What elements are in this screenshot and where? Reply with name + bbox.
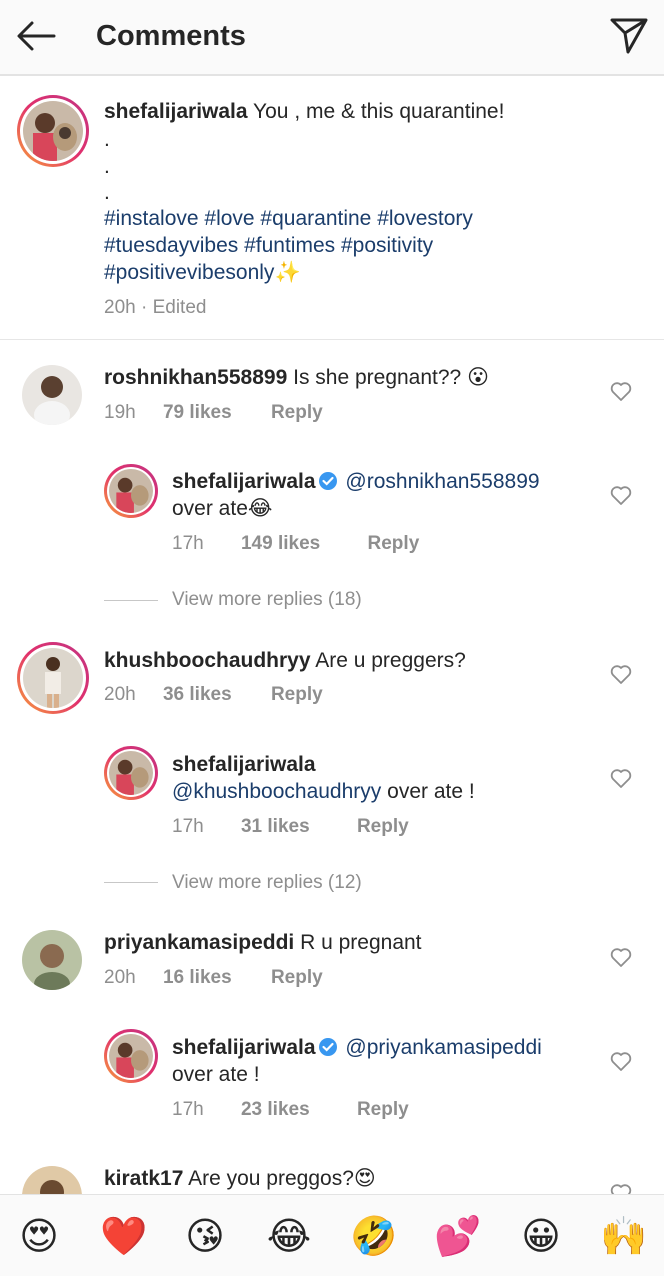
avatar[interactable] (22, 365, 82, 425)
caption-username[interactable]: shefalijariwala (104, 100, 248, 123)
caption-meta: 20h · Edited (104, 297, 207, 318)
hashtag[interactable]: #positivevibesonly (104, 261, 274, 284)
avatar[interactable] (104, 464, 158, 518)
comment-time: 19h (104, 402, 136, 423)
comments-list[interactable]: shefalijariwala You , me & this quaranti… (0, 78, 664, 1194)
sparkles-icon: ✨ (274, 261, 301, 284)
two-hearts-emoji-button[interactable]: 💕 (434, 1213, 481, 1259)
caption-dot: . (104, 128, 110, 151)
comment-body: Is she pregnant?? (293, 366, 462, 389)
likes-count[interactable]: 16 likes (163, 967, 232, 988)
caption-text: You , me & this quarantine! (253, 100, 505, 123)
like-heart-icon[interactable] (610, 486, 632, 506)
reply-body: over ate (172, 497, 248, 520)
reply-button[interactable]: Reply (271, 684, 323, 705)
hashtags-line: #positivevibesonly✨ (104, 259, 301, 286)
verified-badge-icon (318, 1037, 338, 1057)
joy-emoji-button[interactable]: 😂 (266, 1213, 312, 1259)
comment-username[interactable]: kiratk17 (104, 1167, 183, 1190)
hashtags-line[interactable]: #tuesdayvibes #funtimes #positivity (104, 232, 433, 259)
mention-link[interactable]: @priyankamasipeddi (345, 1036, 541, 1059)
reply-text: shefalijariwala @priyankamasipeddi over … (172, 1034, 592, 1088)
comment-username[interactable]: roshnikhan558899 (104, 366, 287, 389)
hashtags-line[interactable]: #instalove #love #quarantine #lovestory (104, 205, 473, 232)
mention-link[interactable]: @khushboochaudhryy (172, 780, 381, 803)
comment-text: roshnikhan558899 Is she pregnant?? 😮 (104, 364, 489, 391)
comment-body: Are you preggos? (188, 1167, 354, 1190)
comment-text: kiratk17 Are you preggos?😍 (104, 1165, 376, 1192)
caption-line: shefalijariwala You , me & this quaranti… (104, 98, 504, 125)
like-heart-icon[interactable] (610, 382, 632, 402)
comment-username[interactable]: priyankamasipeddi (104, 931, 294, 954)
view-more-replies[interactable]: View more replies (18) (172, 589, 362, 611)
divider (104, 882, 158, 883)
grinning-emoji-button[interactable]: 😀 (518, 1213, 564, 1259)
rofl-emoji-button[interactable]: 🤣 (350, 1213, 397, 1259)
reply-username[interactable]: shefalijariwala (172, 470, 316, 493)
heart-eyes-emoji-button[interactable]: 😍 (16, 1213, 62, 1259)
top-bar: Comments (0, 0, 664, 76)
post-caption: shefalijariwala You , me & this quaranti… (0, 78, 664, 340)
avatar[interactable] (104, 1029, 158, 1083)
like-heart-icon[interactable] (610, 1184, 632, 1194)
reply-time: 17h (172, 533, 204, 554)
avatar[interactable] (17, 642, 89, 714)
comment-time: 20h (104, 967, 136, 988)
like-heart-icon[interactable] (610, 769, 632, 789)
reply-meta: 17h 31 likes Reply (172, 816, 409, 838)
emoji-reaction-bar: 😍 ❤️ 😘 😂 🤣 💕 😀 🙌 (0, 1194, 664, 1276)
likes-count[interactable]: 79 likes (163, 402, 232, 423)
avatar[interactable] (17, 95, 89, 167)
raised-hands-emoji-button[interactable]: 🙌 (600, 1213, 647, 1259)
comment-time: 20h (104, 684, 136, 705)
red-heart-emoji-button[interactable]: ❤️ (100, 1213, 147, 1259)
likes-count[interactable]: 31 likes (241, 816, 310, 837)
verified-badge-icon (318, 471, 338, 491)
heart-eyes-emoji: 😍 (353, 1167, 376, 1190)
like-heart-icon[interactable] (610, 665, 632, 685)
comment-body: R u pregnant (300, 931, 422, 954)
surprised-emoji: 😮 (467, 366, 489, 389)
view-more-replies[interactable]: View more replies (12) (172, 872, 362, 894)
avatar[interactable] (22, 1166, 82, 1194)
reply-username[interactable]: shefalijariwala (172, 1036, 316, 1059)
reply-username[interactable]: shefalijariwala (172, 753, 316, 776)
like-heart-icon[interactable] (610, 1052, 632, 1072)
send-icon[interactable] (608, 14, 650, 56)
laughing-emoji: 😂 (247, 497, 273, 520)
reply-meta: 17h 149 likes Reply (172, 533, 419, 555)
kissing-emoji-button[interactable]: 😘 (182, 1213, 228, 1259)
comment-text: khushboochaudhryy Are u preggers? (104, 647, 466, 674)
comment-meta: 19h 79 likes Reply (104, 402, 323, 424)
reply-button[interactable]: Reply (271, 402, 323, 423)
divider (104, 600, 158, 601)
avatar[interactable] (22, 930, 82, 990)
likes-count[interactable]: 149 likes (241, 533, 320, 554)
comment-body: Are u preggers? (315, 649, 466, 672)
mention-link[interactable]: @roshnikhan558899 (345, 470, 539, 493)
reply-time: 17h (172, 816, 204, 837)
comment-username[interactable]: khushboochaudhryy (104, 649, 311, 672)
reply-body: over ate ! (387, 780, 475, 803)
reply-text: shefalijariwala @roshnikhan558899 over a… (172, 468, 592, 522)
page-title: Comments (96, 20, 246, 52)
back-arrow-icon[interactable] (14, 16, 58, 56)
reply-button[interactable]: Reply (357, 816, 409, 837)
reply-button[interactable]: Reply (271, 967, 323, 988)
comment-meta: 20h 36 likes Reply (104, 684, 323, 706)
caption-dot: . (104, 155, 110, 178)
reply-button[interactable]: Reply (368, 533, 420, 554)
comment-text: priyankamasipeddi R u pregnant (104, 929, 422, 956)
caption-dot: . (104, 181, 110, 204)
reply-body: over ate ! (172, 1063, 260, 1086)
reply-meta: 17h 23 likes Reply (172, 1099, 409, 1121)
reply-time: 17h (172, 1099, 204, 1120)
comment-meta: 20h 16 likes Reply (104, 967, 323, 989)
avatar[interactable] (104, 746, 158, 800)
reply-text: shefalijariwala @khushboochaudhryy over … (172, 751, 592, 805)
likes-count[interactable]: 36 likes (163, 684, 232, 705)
reply-button[interactable]: Reply (357, 1099, 409, 1120)
likes-count[interactable]: 23 likes (241, 1099, 310, 1120)
like-heart-icon[interactable] (610, 948, 632, 968)
